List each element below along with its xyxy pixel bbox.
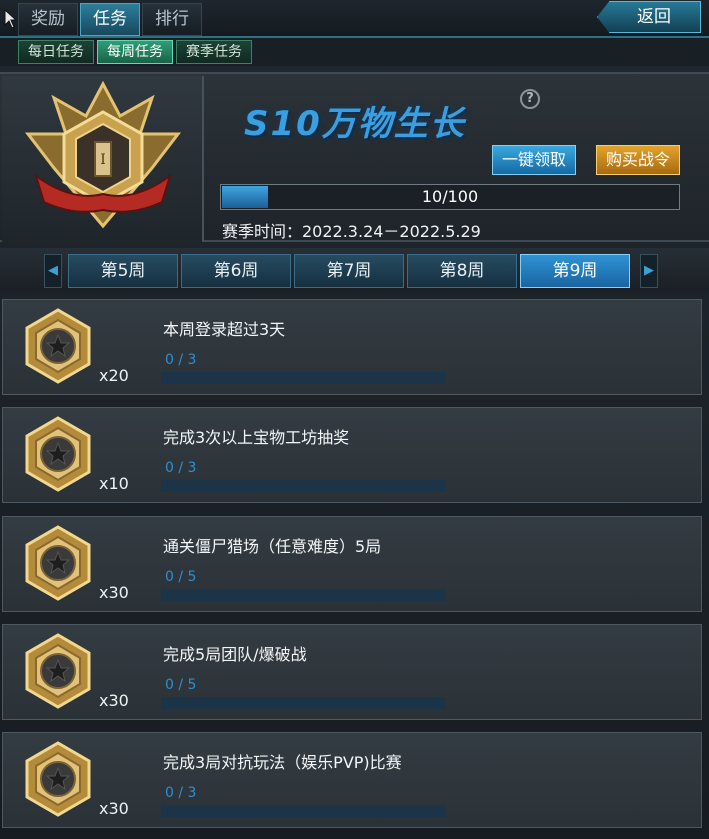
- task-card: x30 完成5局团队/爆破战 0 / 5: [2, 624, 702, 720]
- season-progress-bar: 10/100: [220, 184, 680, 210]
- subtab-daily[interactable]: 每日任务: [18, 40, 94, 64]
- reward-count: x10: [99, 474, 129, 493]
- right-arrow-icon[interactable]: ▶: [640, 254, 658, 288]
- reward-count: x30: [99, 799, 129, 818]
- rank-numeral: I: [100, 152, 106, 168]
- rank-emblem-frame: I: [2, 76, 204, 242]
- task-progress-bar: [161, 805, 445, 817]
- task-card: x20 本周登录超过3天 0 / 3: [2, 299, 702, 395]
- task-title: 通关僵尸猎场（任意难度）5局: [163, 537, 382, 556]
- buy-pass-button[interactable]: 购买战令: [596, 145, 680, 175]
- task-title: 本周登录超过3天: [163, 320, 286, 339]
- task-progress-text: 0 / 3: [165, 460, 197, 476]
- reward-count: x30: [99, 583, 129, 602]
- sub-tab-bar: 每日任务 每周任务 赛季任务: [0, 38, 709, 66]
- task-title: 完成3次以上宝物工坊抽奖: [163, 428, 350, 447]
- task-progress-bar: [161, 697, 445, 709]
- task-card: x30 通关僵尸猎场（任意难度）5局 0 / 5: [2, 516, 702, 612]
- season-time: 赛季时间：2022.3.24－2022.5.29: [222, 222, 481, 241]
- top-tab-bar: 奖励 任务 排行 返回: [0, 0, 709, 38]
- task-title: 完成5局团队/爆破战: [163, 645, 307, 664]
- tab-rewards[interactable]: 奖励: [18, 3, 78, 36]
- task-progress-text: 0 / 5: [165, 677, 197, 693]
- back-button[interactable]: 返回: [597, 1, 701, 33]
- task-title: 完成3局对抗玩法（娱乐PVP)比赛: [163, 753, 402, 772]
- week-tab-6[interactable]: 第6周: [181, 254, 291, 288]
- task-progress-text: 0 / 5: [165, 569, 197, 585]
- star-medal-icon: [25, 741, 91, 817]
- reward-count: x20: [99, 366, 129, 385]
- star-medal-icon: [25, 633, 91, 709]
- subtab-season[interactable]: 赛季任务: [176, 40, 252, 64]
- tab-tasks[interactable]: 任务: [80, 3, 140, 36]
- star-medal-icon: [25, 416, 91, 492]
- task-progress-text: 0 / 3: [165, 785, 197, 801]
- battle-pass-tasks-screen: 奖励 任务 排行 返回 每日任务 每周任务 赛季任务 I S10万物生长 ? 一…: [0, 0, 709, 839]
- week-tab-5[interactable]: 第5周: [68, 254, 178, 288]
- task-progress-bar: [161, 372, 445, 384]
- week-tab-9[interactable]: 第9周: [520, 254, 630, 288]
- task-card: x10 完成3次以上宝物工坊抽奖 0 / 3: [2, 407, 702, 503]
- tab-ranking[interactable]: 排行: [142, 3, 202, 36]
- cursor-arrow-icon: [4, 9, 18, 29]
- task-card: x30 完成3局对抗玩法（娱乐PVP)比赛 0 / 3: [2, 732, 702, 828]
- task-progress-bar: [161, 480, 445, 492]
- question-mark-icon[interactable]: ?: [520, 89, 540, 109]
- week-tab-7[interactable]: 第7周: [294, 254, 404, 288]
- star-medal-icon: [25, 525, 91, 601]
- rank-emblem-icon: I: [24, 80, 182, 229]
- week-tab-8[interactable]: 第8周: [407, 254, 517, 288]
- star-medal-icon: [25, 308, 91, 384]
- claim-all-button[interactable]: 一键领取: [492, 145, 576, 175]
- left-arrow-icon[interactable]: ◀: [44, 254, 62, 288]
- back-button-label: 返回: [637, 7, 671, 27]
- task-progress-bar: [161, 589, 445, 601]
- task-progress-text: 0 / 3: [165, 352, 197, 368]
- season-progress-text: 10/100: [421, 187, 479, 206]
- season-title: S10万物生长: [244, 104, 466, 144]
- subtab-weekly[interactable]: 每周任务: [97, 40, 173, 64]
- reward-count: x30: [99, 691, 129, 710]
